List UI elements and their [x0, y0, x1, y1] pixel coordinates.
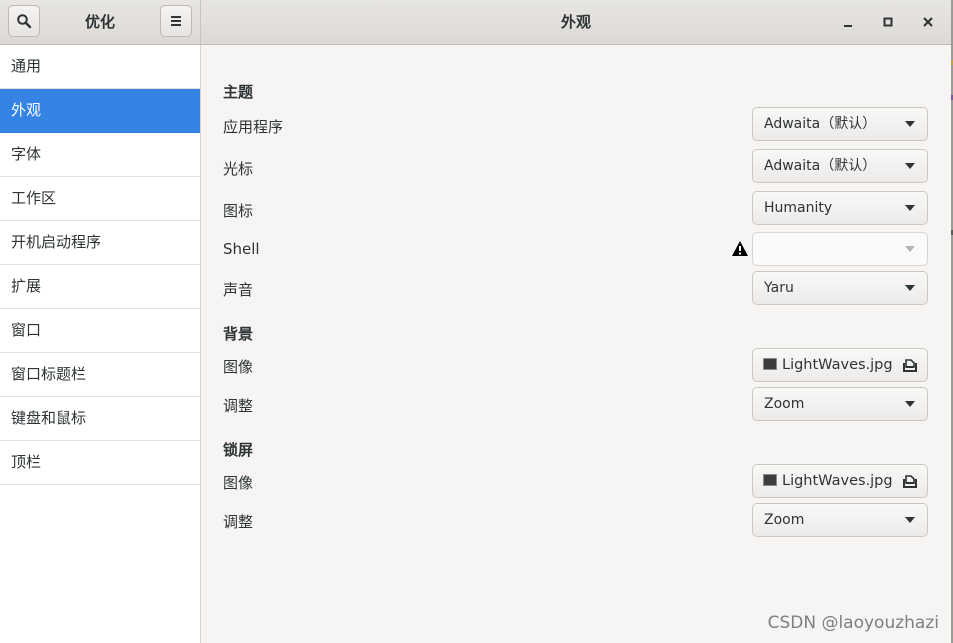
sidebar-item-appearance[interactable]: 外观 [0, 89, 200, 133]
sound-label: 声音 [223, 281, 254, 299]
icons-theme-value: Humanity [764, 200, 833, 216]
icons-theme-combo[interactable]: Humanity [752, 191, 928, 225]
image-file-icon [763, 358, 777, 370]
lock-screen-image-chooser[interactable]: LightWaves.jpg [752, 464, 928, 498]
background-heading: 背景 [223, 325, 254, 343]
cursor-theme-combo[interactable]: Adwaita（默认） [752, 149, 928, 183]
image-file-icon [763, 474, 777, 486]
lock-screen-adjust-value: Zoom [764, 512, 805, 528]
background-adjust-value: Zoom [764, 396, 805, 412]
icons-label: 图标 [223, 202, 254, 220]
chevron-down-icon [905, 163, 915, 169]
sound-theme-combo[interactable]: Yaru [752, 271, 928, 305]
background-image-label: 图像 [223, 358, 254, 376]
sidebar-item-keyboard-mouse[interactable]: 键盘和鼠标 [0, 397, 200, 441]
sidebar-title: 优化 [84, 13, 115, 31]
minimize-button[interactable] [834, 8, 862, 36]
appearance-panel: 主题 应用程序 Adwaita（默认） 光标 Adwaita（默认） 图标 Hu… [201, 45, 951, 643]
lock-screen-image-label: 图像 [223, 474, 254, 492]
search-button[interactable] [8, 5, 40, 37]
lock-screen-adjust-label: 调整 [223, 513, 254, 531]
sidebar-item-top-bar[interactable]: 顶栏 [0, 441, 200, 485]
lock-screen-image-value: LightWaves.jpg [782, 473, 893, 489]
sidebar-item-fonts[interactable]: 字体 [0, 133, 200, 177]
sidebar-item-window-titlebars[interactable]: 窗口标题栏 [0, 353, 200, 397]
sidebar-item-workspaces[interactable]: 工作区 [0, 177, 200, 221]
applications-label: 应用程序 [223, 118, 284, 136]
watermark: CSDN @laoyouzhazi [767, 613, 939, 633]
maximize-button[interactable] [874, 8, 902, 36]
lock-screen-heading: 锁屏 [223, 441, 254, 459]
menu-button[interactable] [160, 5, 192, 37]
warning-icon [732, 241, 748, 256]
applications-theme-value: Adwaita（默认） [764, 116, 877, 132]
sidebar-item-general[interactable]: 通用 [0, 45, 200, 89]
maximize-icon [883, 17, 893, 27]
sidebar: 通用 外观 字体 工作区 开机启动程序 扩展 窗口 窗口标题栏 键盘和鼠标 顶栏 [0, 45, 201, 643]
chevron-down-icon [905, 517, 915, 523]
background-adjust-combo[interactable]: Zoom [752, 387, 928, 421]
sidebar-item-startup-applications[interactable]: 开机启动程序 [0, 221, 200, 265]
sidebar-header: 优化 [0, 0, 201, 44]
open-folder-icon [903, 475, 917, 488]
close-icon [923, 17, 933, 27]
background-adjust-label: 调整 [223, 397, 254, 415]
chevron-down-icon [905, 121, 915, 127]
search-icon [17, 14, 32, 29]
sidebar-item-extensions[interactable]: 扩展 [0, 265, 200, 309]
background-image-value: LightWaves.jpg [782, 357, 893, 373]
chevron-down-icon [905, 401, 915, 407]
sound-theme-value: Yaru [764, 280, 794, 296]
lock-screen-adjust-combo[interactable]: Zoom [752, 503, 928, 537]
applications-theme-combo[interactable]: Adwaita（默认） [752, 107, 928, 141]
chevron-down-icon [905, 205, 915, 211]
sidebar-item-windows[interactable]: 窗口 [0, 309, 200, 353]
header-bar: 优化 外观 [0, 0, 951, 45]
open-folder-icon [903, 359, 917, 372]
background-image-chooser[interactable]: LightWaves.jpg [752, 348, 928, 382]
shell-theme-combo [752, 232, 928, 266]
close-button[interactable] [914, 8, 942, 36]
shell-label: Shell [223, 240, 260, 258]
cursor-theme-value: Adwaita（默认） [764, 158, 877, 174]
hamburger-menu-icon [171, 16, 181, 26]
chevron-down-icon [905, 246, 915, 252]
cursor-label: 光标 [223, 160, 254, 178]
minimize-icon [844, 25, 852, 27]
themes-heading: 主题 [223, 83, 254, 101]
chevron-down-icon [905, 285, 915, 291]
